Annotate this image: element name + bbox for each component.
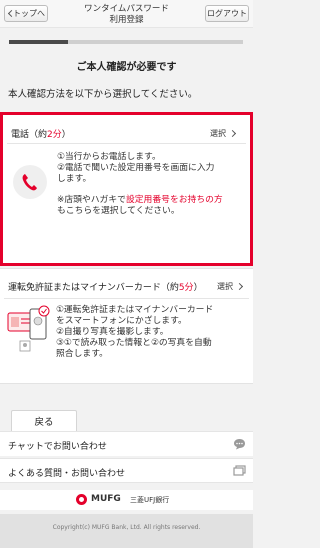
faq-inquiry-link[interactable]: よくある質問・お問い合わせ <box>0 458 253 483</box>
logout-button[interactable]: ログアウト <box>205 5 249 22</box>
chat-inquiry-link[interactable]: チャットでお問い合わせ <box>0 431 253 456</box>
id-option-title: 運転免許証またはマイナンバーカード（約5分） <box>8 283 203 293</box>
divider <box>4 298 249 299</box>
faq-inquiry-label: よくある質問・お問い合わせ <box>8 469 126 479</box>
mufg-logo-icon <box>76 494 87 505</box>
id-step-2: ②自撮り写真を撮影します。 <box>56 327 169 337</box>
phone-note-line1: ※店頭やハガキで設定用番号をお持ちの方 <box>57 195 223 205</box>
bank-name: 三菱UFJ銀行 <box>130 496 170 504</box>
mufg-wordmark: MUFG <box>91 494 121 504</box>
phone-option-select[interactable]: 選択 <box>210 128 226 139</box>
copyright: Copyright(c) MUFG Bank, Ltd. All rights … <box>0 514 253 548</box>
id-option-select[interactable]: 選択 <box>217 281 233 292</box>
phone-verification-option[interactable]: 電話（約2分） 選択 ①当行からお電話します。 ②電話で聞いた設定用番号を画面に… <box>0 112 253 266</box>
phone-icon <box>13 165 47 199</box>
page-title-line2: 利用登録 <box>109 15 144 25</box>
phone-option-title: 電話（約2分） <box>11 130 71 140</box>
divider <box>7 143 246 144</box>
id-step-3: ③①で読み取った情報と②の写真を自動 <box>56 338 212 348</box>
id-card-verification-option[interactable]: 運転免許証またはマイナンバーカード（約5分） 選択 ①運転免許証またはマイナンバ… <box>0 268 253 384</box>
phone-step-2b: します。 <box>57 174 92 184</box>
id-step-3b: 照合します。 <box>56 349 108 359</box>
header-bar: トップへ ワンタイムパスワード 利用登録 ログアウト <box>0 0 253 28</box>
external-window-icon <box>233 465 246 476</box>
id-card-phone-icon <box>7 305 50 352</box>
phone-step-1: ①当行からお電話します。 <box>57 152 161 162</box>
footer-logo: MUFG 三菱UFJ銀行 <box>0 490 253 510</box>
section-subheading: 本人確認方法を以下から選択してください。 <box>8 89 198 100</box>
id-step-1b: をスマートフォンにかざします。 <box>56 316 187 326</box>
page-title-line1: ワンタイムパスワード <box>84 4 169 14</box>
phone-note-line2: もこちらを選択してください。 <box>57 206 180 216</box>
progress-bar <box>9 40 243 44</box>
chat-bubble-icon <box>234 439 245 450</box>
chat-inquiry-label: チャットでお問い合わせ <box>8 442 107 452</box>
progress-fill <box>9 40 68 44</box>
id-step-1: ①運転免許証またはマイナンバーカード <box>56 305 214 315</box>
phone-step-2: ②電話で聞いた設定用番号を画面に入力 <box>57 163 215 173</box>
top-back-button[interactable]: トップへ <box>4 5 48 22</box>
section-heading: ご本人確認が必要です <box>76 62 177 73</box>
